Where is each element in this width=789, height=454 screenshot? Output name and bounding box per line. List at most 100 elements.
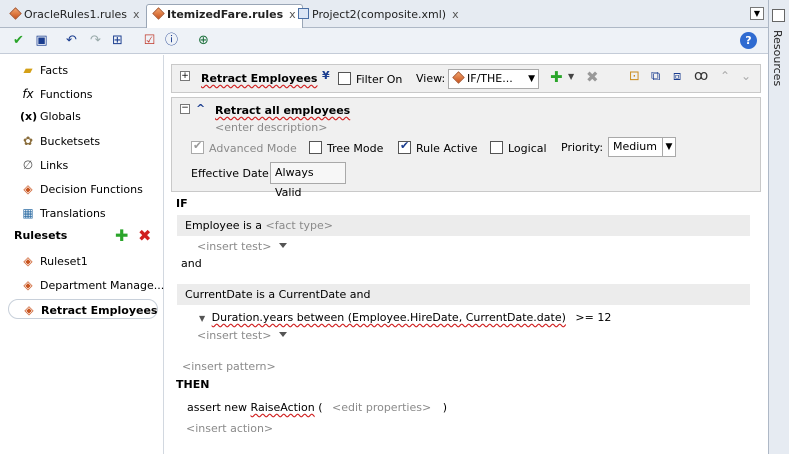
test-expression[interactable]: Duration.years between (Employee.HireDat…: [212, 311, 566, 324]
expand-icon[interactable]: +: [180, 71, 190, 81]
add-rule-icon[interactable]: ✚: [550, 68, 563, 86]
tree-mode-option[interactable]: Tree Mode: [309, 141, 383, 155]
effective-date-label: Effective Date:: [191, 167, 273, 180]
rule-settings: − ^ Retract all employees <enter descrip…: [171, 97, 761, 199]
edit-properties[interactable]: <edit properties>: [332, 401, 431, 414]
then-label: THEN: [176, 378, 210, 391]
fact-type-placeholder[interactable]: <fact type>: [266, 219, 333, 232]
insert-test-2[interactable]: <insert test>: [197, 329, 288, 342]
chevron-down-icon: ▼: [528, 74, 535, 84]
delete-ruleset-icon[interactable]: ✖: [138, 226, 151, 245]
sidebar-item-translations[interactable]: ▦ Translations: [20, 203, 105, 223]
help-icon[interactable]: ?: [740, 32, 757, 49]
sidebar-item-globals[interactable]: (x) Globals: [20, 107, 81, 127]
chevron-down-icon: [279, 243, 288, 248]
test-row[interactable]: ▼ Duration.years between (Employee.HireD…: [199, 311, 611, 324]
book-icon[interactable]: ▣: [32, 31, 51, 50]
action-row[interactable]: assert new RaiseAction ( <edit propertie…: [187, 401, 447, 414]
ruleset-item-ruleset1[interactable]: ◈ Ruleset1: [20, 251, 87, 271]
fx-icon: fx: [22, 87, 34, 101]
tab-oraclerules1[interactable]: OracleRules1.rules x: [4, 5, 146, 27]
effective-date-button[interactable]: Always Valid: [270, 162, 346, 199]
collapse-all-icon[interactable]: ¥: [322, 69, 330, 82]
insert-action[interactable]: <insert action>: [186, 422, 273, 435]
rule-tree-icon[interactable]: ⊡: [629, 69, 640, 84]
ruleset-item-retract-employees[interactable]: ◈ Retract Employees: [8, 299, 158, 319]
advanced-mode-option: Advanced Mode: [191, 139, 297, 155]
sidebar-item-bucketsets[interactable]: ✿ Bucketsets: [20, 131, 100, 151]
close-icon[interactable]: x: [452, 8, 459, 21]
logical-option[interactable]: Logical: [490, 141, 547, 155]
translations-icon: ▦: [22, 206, 34, 220]
rule-name[interactable]: Retract all employees: [215, 104, 350, 117]
right-side-panel: Resources: [768, 0, 789, 454]
collapse-icon[interactable]: −: [180, 104, 190, 114]
info-icon[interactable]: ⓘ: [162, 31, 181, 50]
facts-icon: ▰: [23, 63, 33, 77]
editor-tab-bar: OracleRules1.rules x ItemizedFare.rules x …: [0, 0, 789, 28]
view-label: View:: [416, 72, 446, 85]
rules-view-icon: [452, 71, 465, 84]
add-ruleset-icon[interactable]: ✚: [115, 226, 128, 245]
sidebar-item-facts[interactable]: ▰ Facts: [20, 60, 68, 80]
tab-list-dropdown-icon[interactable]: ▼: [750, 7, 764, 20]
filter-checkbox[interactable]: [338, 72, 351, 85]
action-class[interactable]: RaiseAction: [251, 401, 315, 414]
ruleset-icon: ◈: [23, 278, 33, 292]
rule-description[interactable]: <enter description>: [215, 121, 327, 134]
rules-file-icon: [152, 7, 165, 20]
collapse-up-icon[interactable]: ^: [196, 102, 205, 115]
rule-active-checkbox[interactable]: [398, 139, 411, 154]
tree-mode-checkbox[interactable]: [309, 141, 322, 154]
ruleset-icon: ◈: [23, 254, 33, 268]
rules-navigator: ▰ Facts fx Functions (x) Globals ✿ Bucketset…: [0, 55, 164, 454]
pattern-row-currentdate[interactable]: CurrentDate is a CurrentDate and: [177, 284, 750, 305]
close-icon[interactable]: x: [133, 8, 140, 21]
if-label: IF: [176, 197, 188, 210]
redo-icon[interactable]: ↷: [86, 31, 105, 50]
rule-editor: + Retract Employees ¥ Filter On View: IF…: [165, 55, 768, 454]
sidebar-item-decision-functions[interactable]: ◈ Decision Functions: [20, 179, 142, 199]
insert-pattern[interactable]: <insert pattern>: [182, 360, 276, 373]
filter-toggle[interactable]: Filter On: [338, 72, 402, 86]
rulesets-header: Rulesets: [14, 229, 68, 242]
find-icon[interactable]: ꝏ: [694, 68, 708, 84]
advanced-mode-checkbox: [191, 139, 204, 154]
view-select[interactable]: IF/THE... ▼: [448, 69, 539, 89]
bucketsets-icon: ✿: [22, 134, 34, 148]
validate-icon[interactable]: ✔: [9, 31, 28, 50]
composite-icon: [298, 8, 309, 19]
add-menu-chevron-icon[interactable]: ▼: [568, 72, 574, 81]
priority-select[interactable]: Medium ▼: [608, 137, 676, 157]
move-down-icon[interactable]: ⌄: [741, 69, 751, 83]
undo-icon[interactable]: ↶: [62, 31, 81, 50]
test-icon[interactable]: ⊕: [194, 31, 213, 50]
paste-rule-icon[interactable]: ⧈: [673, 69, 681, 84]
rule-active-option[interactable]: Rule Active: [398, 139, 477, 155]
tab-itemizedfare[interactable]: ItemizedFare.rules x: [146, 4, 303, 28]
delete-rule-icon[interactable]: ✖: [586, 68, 599, 86]
insert-test-1[interactable]: <insert test>: [197, 240, 288, 253]
sidebar-item-links[interactable]: ∅ Links: [20, 155, 69, 175]
copy-rule-icon[interactable]: ⧉: [651, 69, 660, 84]
rules-file-icon: [9, 7, 22, 20]
move-up-icon[interactable]: ⌃: [720, 69, 730, 83]
editor-toolbar: ✔ ▣ ↶ ↷ ⊞ ☑ ⓘ ⊕ ?: [0, 28, 768, 54]
ruleset-icon: ◈: [24, 303, 34, 317]
globals-icon: (x): [20, 110, 38, 123]
tab-project2-composite[interactable]: Project2(composite.xml) x: [292, 5, 465, 27]
test-operator[interactable]: >= 12: [575, 311, 611, 324]
chevron-down-icon: ▼: [662, 138, 675, 156]
pattern-row-employee[interactable]: Employee is a <fact type>: [177, 215, 750, 236]
ruleset-item-department-manager[interactable]: ◈ Department Manage...: [20, 275, 164, 295]
sidebar-item-functions[interactable]: fx Functions: [20, 84, 92, 104]
ruleset-title: Retract Employees: [201, 72, 318, 85]
report-icon[interactable]: ☑: [140, 31, 159, 50]
logical-checkbox[interactable]: [490, 141, 503, 154]
priority-label: Priority:: [561, 141, 604, 154]
resources-tab[interactable]: Resources: [771, 30, 784, 86]
chevron-down-icon: ▼: [199, 314, 206, 323]
tree-icon[interactable]: ⊞: [108, 31, 127, 50]
ruleset-header-bar: + Retract Employees ¥ Filter On View: IF…: [171, 64, 761, 93]
resources-icon[interactable]: [772, 9, 785, 22]
